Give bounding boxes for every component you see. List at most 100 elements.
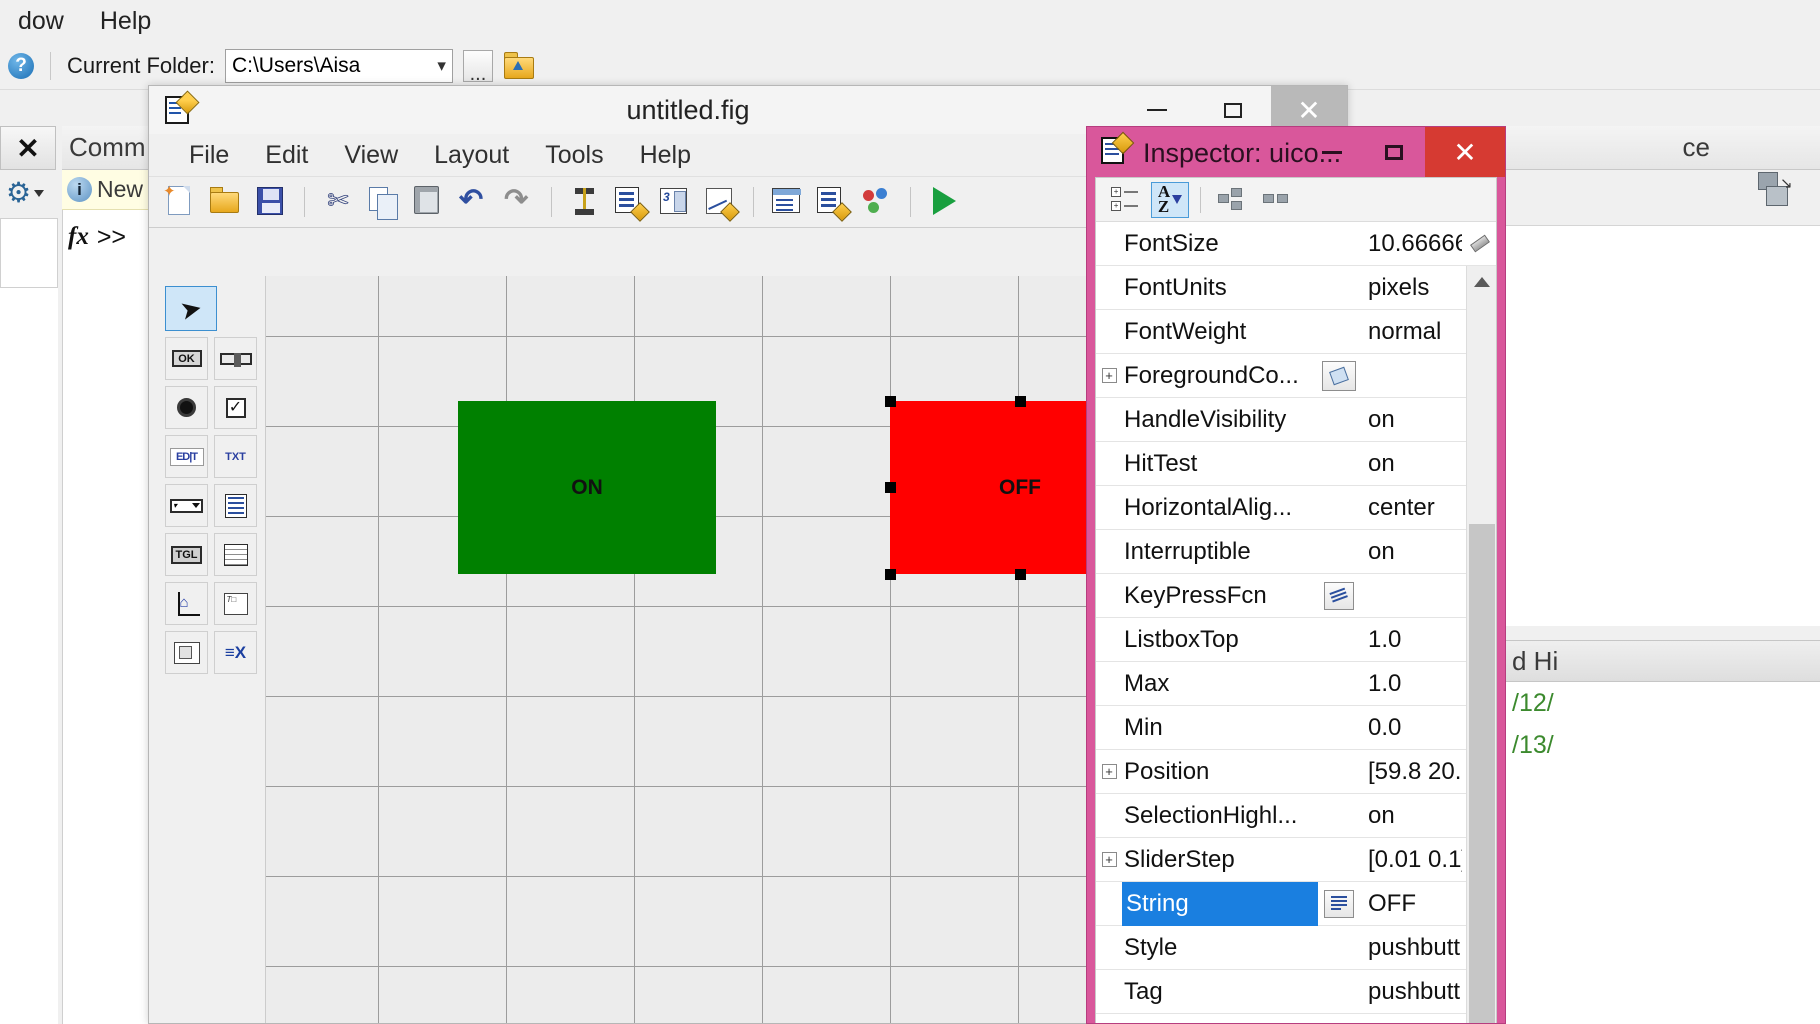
- inspector-titlebar[interactable]: Inspector: uico... ✕: [1087, 127, 1505, 177]
- expand-toggle[interactable]: +: [1096, 764, 1122, 779]
- left-panel-close-button[interactable]: ✕: [0, 126, 56, 170]
- save-workspace-icon[interactable]: ↘: [1758, 172, 1798, 212]
- open-folder-icon[interactable]: [208, 184, 244, 220]
- selection-handle[interactable]: [885, 396, 896, 407]
- property-value[interactable]: pushbutt...: [1360, 978, 1462, 1006]
- property-row-selectionhighlight[interactable]: SelectionHighl... on: [1096, 794, 1496, 838]
- menu-editor-icon[interactable]: [612, 184, 650, 222]
- save-icon[interactable]: [253, 184, 289, 220]
- property-value[interactable]: pushbutt...: [1360, 934, 1462, 962]
- property-list-scrollbar[interactable]: [1466, 266, 1496, 1023]
- menu-edit[interactable]: Edit: [247, 141, 326, 170]
- browse-folder-button[interactable]: ...: [462, 49, 493, 84]
- edit-pencil-icon[interactable]: [1462, 234, 1496, 254]
- toolbar-editor-icon[interactable]: [702, 184, 740, 222]
- close-button[interactable]: ✕: [1425, 127, 1505, 177]
- property-list[interactable]: FontSize 10.666666... FontUnits pixels F…: [1096, 222, 1496, 1023]
- pop-up-menu-tool[interactable]: ▾: [165, 484, 208, 527]
- property-row-max[interactable]: Max 1.0: [1096, 662, 1496, 706]
- selection-handle[interactable]: [1015, 396, 1026, 407]
- push-button-tool[interactable]: OK: [165, 337, 208, 380]
- static-text-tool[interactable]: TXT: [214, 435, 257, 478]
- folder-up-icon[interactable]: [503, 50, 537, 82]
- new-file-icon[interactable]: ✦: [163, 184, 199, 220]
- property-row-handlevisibility[interactable]: HandleVisibility on: [1096, 398, 1496, 442]
- selection-handle[interactable]: [885, 482, 896, 493]
- category-view-button[interactable]: + +: [1106, 182, 1144, 218]
- current-folder-combobox[interactable]: C:\Users\Aisa ▾: [224, 48, 453, 83]
- listbox-tool[interactable]: [214, 484, 257, 527]
- minimize-button[interactable]: [1301, 127, 1363, 177]
- expand-toggle[interactable]: +: [1096, 852, 1122, 867]
- property-value[interactable]: normal: [1360, 318, 1462, 346]
- menu-help[interactable]: Help: [82, 7, 169, 36]
- property-value[interactable]: 0.0: [1360, 714, 1462, 742]
- copy-icon[interactable]: [365, 184, 401, 220]
- property-row-interruptible[interactable]: Interruptible on: [1096, 530, 1496, 574]
- property-row-position[interactable]: + Position [59.8 20.615 ...: [1096, 750, 1496, 794]
- property-row-horizontalalignment[interactable]: HorizontalAlig... center: [1096, 486, 1496, 530]
- cut-icon[interactable]: ✄: [320, 184, 356, 220]
- activex-tool[interactable]: ≡X: [214, 631, 257, 674]
- table-tool[interactable]: [214, 533, 257, 576]
- align-objects-icon[interactable]: [567, 184, 603, 220]
- undo-icon[interactable]: ↶: [455, 184, 491, 220]
- property-value[interactable]: pixels: [1360, 274, 1462, 302]
- menu-layout[interactable]: Layout: [416, 141, 527, 170]
- alphabetical-sort-button[interactable]: AZ: [1151, 181, 1189, 218]
- button-group-tool[interactable]: [165, 631, 208, 674]
- menu-tools[interactable]: Tools: [527, 141, 621, 170]
- property-inspector-icon[interactable]: [814, 184, 852, 222]
- selection-handle[interactable]: [885, 569, 896, 580]
- property-value[interactable]: OFF: [1360, 890, 1462, 918]
- expand-toggle[interactable]: +: [1096, 368, 1122, 383]
- collapse-all-button[interactable]: [1257, 182, 1295, 218]
- menu-file[interactable]: File: [171, 141, 247, 170]
- property-value[interactable]: on: [1360, 406, 1462, 434]
- scroll-up-arrow[interactable]: [1467, 266, 1496, 298]
- property-value[interactable]: on: [1360, 802, 1462, 830]
- selection-handle[interactable]: [1015, 569, 1026, 580]
- slider-tool[interactable]: [214, 337, 257, 380]
- axes-tool[interactable]: ⌂: [165, 582, 208, 625]
- run-icon[interactable]: [926, 184, 962, 220]
- edit-text-tool[interactable]: ED|T: [165, 435, 208, 478]
- redo-icon[interactable]: ↷: [500, 184, 536, 220]
- property-value[interactable]: 1.0: [1360, 670, 1462, 698]
- property-row-tag[interactable]: Tag pushbutt...: [1096, 970, 1496, 1014]
- property-row-sliderstep[interactable]: + SliderStep [0.01 0.1]: [1096, 838, 1496, 882]
- property-value[interactable]: on: [1360, 538, 1462, 566]
- property-value[interactable]: 10.666666...: [1360, 230, 1462, 258]
- string-editor-icon[interactable]: [1318, 889, 1360, 918]
- property-row-keypressfcn[interactable]: KeyPressFcn: [1096, 574, 1496, 618]
- command-window-prompt-row[interactable]: fx >>: [62, 214, 158, 260]
- tab-order-editor-icon[interactable]: 3: [657, 184, 693, 220]
- gear-icon[interactable]: ⚙: [6, 176, 58, 210]
- object-browser-icon[interactable]: [859, 184, 895, 220]
- menu-view[interactable]: View: [326, 141, 416, 170]
- property-row-string[interactable]: String OFF: [1096, 881, 1496, 926]
- color-picker-icon[interactable]: [1318, 360, 1360, 391]
- property-value[interactable]: center: [1360, 494, 1462, 522]
- property-row-fontunits[interactable]: FontUnits pixels: [1096, 266, 1496, 310]
- property-value[interactable]: 1.0: [1360, 626, 1462, 654]
- property-row-listboxtop[interactable]: ListboxTop 1.0: [1096, 618, 1496, 662]
- property-row-hittest[interactable]: HitTest on: [1096, 442, 1496, 486]
- property-row-min[interactable]: Min 0.0: [1096, 706, 1496, 750]
- select-tool[interactable]: ➤: [165, 286, 217, 331]
- function-editor-icon[interactable]: [1318, 581, 1360, 610]
- maximize-button[interactable]: [1363, 127, 1425, 177]
- paste-icon[interactable]: [410, 184, 446, 220]
- figure-button-on[interactable]: ON: [458, 401, 716, 574]
- check-box-tool[interactable]: ✓: [214, 386, 257, 429]
- property-value[interactable]: on: [1360, 450, 1462, 478]
- scrollbar-thumb[interactable]: [1469, 524, 1495, 1023]
- property-row-fontsize[interactable]: FontSize 10.666666...: [1096, 222, 1496, 266]
- panel-tool[interactable]: T□: [214, 582, 257, 625]
- m-file-editor-icon[interactable]: [769, 184, 805, 220]
- expand-all-button[interactable]: [1212, 182, 1250, 218]
- fx-icon[interactable]: fx: [68, 223, 89, 251]
- toggle-button-tool[interactable]: TGL: [165, 533, 208, 576]
- property-value[interactable]: [59.8 20.615 ...: [1360, 758, 1462, 786]
- property-row-foregroundcolor[interactable]: + ForegroundCo...: [1096, 354, 1496, 398]
